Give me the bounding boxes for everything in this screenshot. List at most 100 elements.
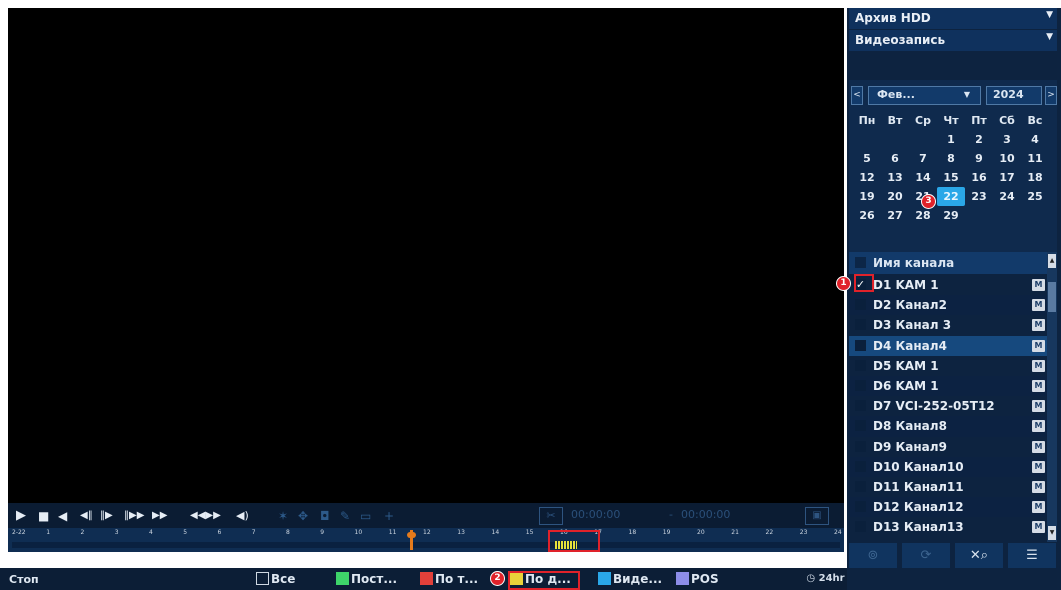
channel-row[interactable]: D12 Канал12 M: [849, 497, 1047, 518]
channel-checkbox[interactable]: [855, 379, 866, 391]
legend-swatch[interactable]: [510, 572, 523, 585]
skip-icon[interactable]: ▶▶: [152, 509, 167, 523]
main-stream-badge[interactable]: M: [1032, 279, 1045, 291]
vehicle-icon[interactable]: ✥: [298, 509, 308, 523]
channel-row[interactable]: D3 Канал 3 M: [849, 315, 1047, 335]
calendar-day[interactable]: 17: [993, 168, 1021, 187]
scroll-down-icon[interactable]: ▼: [1048, 526, 1056, 540]
channel-checkbox[interactable]: [855, 501, 866, 513]
legend-swatch[interactable]: [256, 572, 269, 585]
channel-row[interactable]: D6 KAM 1 M: [849, 375, 1047, 397]
channel-checkbox[interactable]: [855, 440, 866, 452]
fast-forward-icon[interactable]: ‖▶▶: [124, 509, 144, 523]
channel-list-header[interactable]: Имя канала: [849, 252, 1047, 274]
scroll-up-icon[interactable]: ▲: [1048, 254, 1056, 268]
search-file-icon[interactable]: ⊚: [849, 543, 897, 568]
step-icon[interactable]: ‖▶: [100, 509, 113, 523]
main-stream-badge[interactable]: M: [1032, 339, 1045, 352]
timeline-record-segment[interactable]: [555, 541, 577, 549]
source-dropdown[interactable]: Архив HDD ▼: [849, 8, 1057, 29]
main-stream-badge[interactable]: M: [1032, 319, 1045, 332]
legend-item[interactable]: Все: [256, 572, 295, 586]
zoom-plus-icon[interactable]: +: [384, 509, 394, 523]
main-stream-badge[interactable]: M: [1032, 440, 1045, 453]
calendar-day[interactable]: 18: [1021, 168, 1049, 187]
timeline[interactable]: 2-22 1 2 3 4 5 6 7 8 9 10 11 12 13 14 15 16 17 18 19 20 21 22 2…: [8, 528, 844, 552]
calendar-day[interactable]: 12: [853, 168, 881, 187]
legend-item[interactable]: По д...: [510, 572, 571, 586]
calendar-day[interactable]: 13: [881, 168, 909, 187]
channel-checkbox[interactable]: [855, 521, 866, 533]
save-clip-icon[interactable]: ▣: [805, 507, 829, 525]
calendar-month-select[interactable]: Фев... ▼: [868, 86, 981, 105]
channel-checkbox[interactable]: ✓: [855, 279, 866, 290]
clip-scissors-icon[interactable]: ✂: [539, 507, 563, 525]
channel-row[interactable]: D4 Канал4 M: [849, 335, 1047, 356]
calendar-day[interactable]: 24: [993, 187, 1021, 206]
calendar-next-button[interactable]: >: [1045, 86, 1057, 105]
main-stream-badge[interactable]: M: [1032, 480, 1045, 493]
calendar-year-field[interactable]: 2024: [986, 86, 1042, 105]
legend-item[interactable]: POS: [676, 572, 719, 586]
calendar-day[interactable]: 15: [937, 168, 965, 187]
calendar-prev-button[interactable]: <: [851, 86, 863, 105]
calendar-day[interactable]: 19: [853, 187, 881, 206]
calendar-day[interactable]: 5: [853, 149, 881, 168]
main-stream-badge[interactable]: M: [1032, 359, 1045, 372]
tag-icon[interactable]: ✎: [340, 509, 350, 523]
calendar-day[interactable]: 27: [881, 206, 909, 225]
smart-search-icon[interactable]: ✕⌕: [955, 543, 1003, 568]
calendar-day[interactable]: 20: [881, 187, 909, 206]
channel-row[interactable]: D13 Канал13 M: [849, 517, 1047, 537]
channel-row[interactable]: ✓ D1 KAM 1 M: [849, 275, 1047, 295]
person-icon[interactable]: ✶: [278, 509, 288, 523]
channel-checkbox[interactable]: [855, 420, 866, 432]
legend-item[interactable]: По т...: [420, 572, 478, 586]
calendar-day[interactable]: 1: [937, 130, 965, 149]
channel-row[interactable]: D11 Канал11 M: [849, 477, 1047, 497]
calendar-day[interactable]: 14: [909, 168, 937, 187]
play-icon[interactable]: ▶: [16, 509, 26, 523]
legend-swatch[interactable]: [676, 572, 689, 585]
channel-row[interactable]: D7 VCI-252-05T12 M: [849, 396, 1047, 416]
channel-checkbox[interactable]: [855, 299, 866, 311]
channel-row[interactable]: D10 Канал10 M: [849, 456, 1047, 477]
timeline-cursor[interactable]: [410, 530, 413, 550]
channel-row[interactable]: D2 Канал2 M: [849, 295, 1047, 316]
calendar-day[interactable]: 23: [965, 187, 993, 206]
legend-item[interactable]: Пост...: [336, 572, 397, 586]
channel-checkbox[interactable]: [855, 319, 866, 331]
channel-checkbox[interactable]: [855, 400, 866, 412]
calendar-day[interactable]: 7: [909, 149, 937, 168]
record-type-dropdown[interactable]: Видеозапись ▼: [849, 30, 1057, 51]
scroll-thumb[interactable]: [1048, 282, 1056, 312]
calendar-day[interactable]: 22: [937, 187, 965, 206]
main-stream-badge[interactable]: M: [1032, 400, 1045, 413]
calendar-day[interactable]: 28: [909, 206, 937, 225]
channel-checkbox[interactable]: [855, 460, 866, 472]
list-icon[interactable]: ☰: [1008, 543, 1056, 568]
channel-checkbox[interactable]: [855, 359, 866, 371]
calendar-day[interactable]: 26: [853, 206, 881, 225]
calendar-day[interactable]: 3: [993, 130, 1021, 149]
calendar-day[interactable]: 16: [965, 168, 993, 187]
main-stream-badge[interactable]: M: [1032, 460, 1045, 473]
main-stream-badge[interactable]: M: [1032, 521, 1045, 534]
main-stream-badge[interactable]: M: [1032, 420, 1045, 433]
channel-row[interactable]: D9 Канал9 M: [849, 437, 1047, 457]
channel-checkbox[interactable]: [855, 480, 866, 492]
main-stream-badge[interactable]: M: [1032, 379, 1045, 392]
calendar-day[interactable]: 8: [937, 149, 965, 168]
channel-row[interactable]: D5 KAM 1 M: [849, 356, 1047, 376]
legend-swatch[interactable]: [336, 572, 349, 585]
main-stream-badge[interactable]: M: [1032, 299, 1045, 312]
calendar-day[interactable]: 2: [965, 130, 993, 149]
select-all-checkbox[interactable]: [855, 257, 866, 268]
channel-row[interactable]: D8 Канал8 M: [849, 416, 1047, 437]
legend-swatch[interactable]: [598, 572, 611, 585]
calendar-day[interactable]: 29: [937, 206, 965, 225]
timeline-track[interactable]: [12, 542, 840, 548]
calendar-day[interactable]: 10: [993, 149, 1021, 168]
slow-icon[interactable]: ◀‖: [80, 509, 93, 523]
channel-checkbox[interactable]: [855, 339, 866, 351]
